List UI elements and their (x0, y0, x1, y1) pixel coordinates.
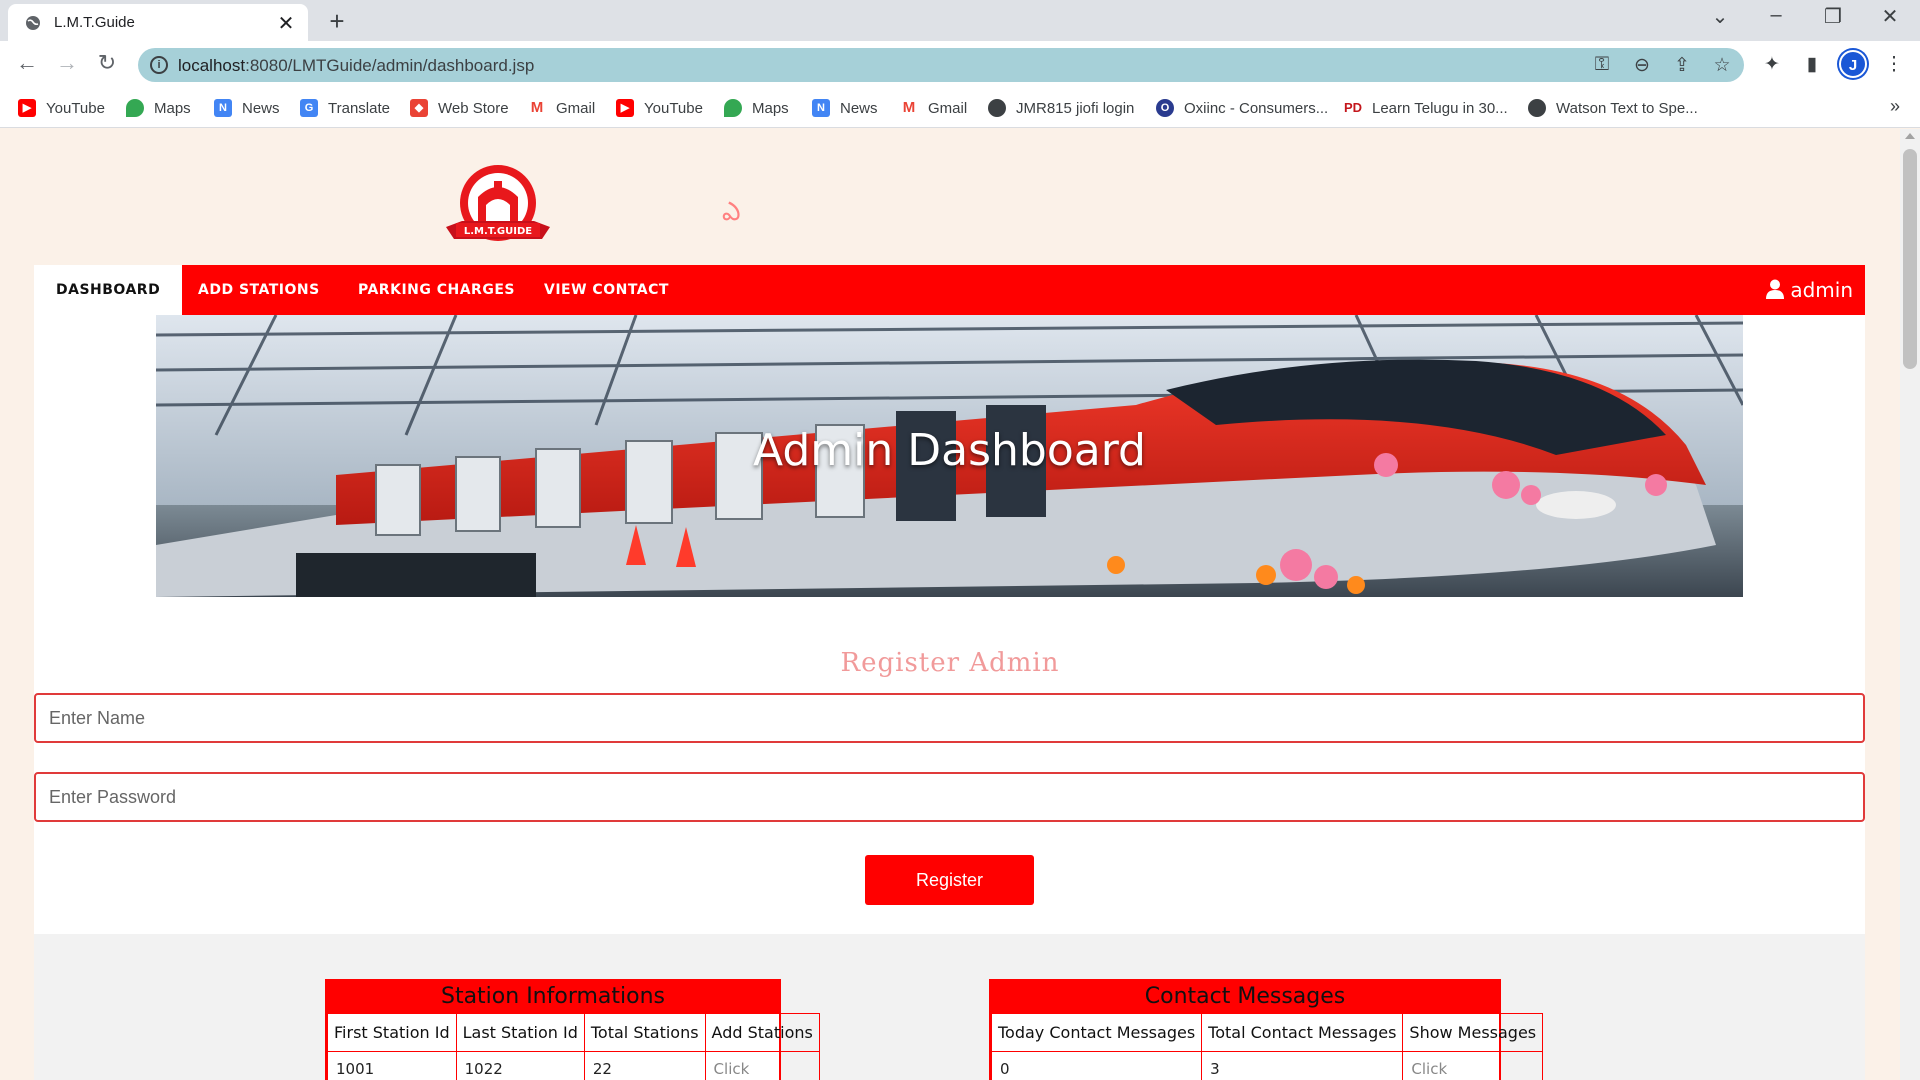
total-contact-count: 3 (1201, 1051, 1404, 1080)
bookmark-star-icon[interactable]: ☆ (1709, 54, 1735, 77)
news-icon: N (214, 99, 232, 117)
show-messages-link[interactable]: Click (1402, 1051, 1544, 1080)
gmail-icon: M (900, 99, 918, 117)
minimize-icon[interactable]: – (1756, 4, 1796, 27)
close-tab-icon[interactable]: ✕ (276, 11, 296, 36)
bookmark-learn-telugu[interactable]: PD Learn Telugu in 30... (1344, 97, 1508, 119)
extensions-icon[interactable]: ✦ (1758, 53, 1786, 76)
browser-toolbar: ← → ↻ i localhost:8080/LMTGuide/admin/da… (0, 41, 1920, 88)
main-nav: DASHBOARD ADD STATIONS PARKING CHARGES V… (34, 265, 1865, 315)
profile-avatar[interactable]: J (1839, 50, 1867, 78)
table-header: Last Station Id (455, 1013, 585, 1052)
station-info-panel: Station Informations First Station Id La… (325, 979, 820, 1080)
tab-title: L.M.T.Guide (54, 14, 135, 31)
globe-icon (1528, 99, 1546, 117)
restore-icon[interactable]: ❐ (1813, 4, 1853, 29)
bookmark-web-store[interactable]: ◆ Web Store (410, 97, 509, 119)
back-icon[interactable]: ← (12, 50, 42, 76)
lmt-guide-logo: L.M.T.GUIDE (446, 165, 550, 241)
scrollbar-thumb[interactable] (1903, 149, 1917, 369)
register-title: Register Admin (840, 648, 1060, 678)
bookmarks-bar: ▶ YouTube Maps N News G Translate ◆ Web Stor… (0, 88, 1920, 128)
contact-messages-panel: Contact Messages Today Contact Messages … (989, 979, 1544, 1080)
nav-add-stations[interactable]: ADD STATIONS (176, 265, 342, 315)
bookmark-gmail-2[interactable]: M Gmail (900, 97, 967, 119)
bookmark-maps-2[interactable]: Maps (724, 97, 789, 119)
globe-icon (988, 99, 1006, 117)
table-header: Show Messages (1402, 1013, 1544, 1052)
bookmark-news-2[interactable]: N News (812, 97, 878, 119)
nav-parking-charges[interactable]: PARKING CHARGES (336, 265, 537, 315)
maps-icon (724, 99, 742, 117)
table-header: Today Contact Messages (990, 1013, 1203, 1052)
stats-section (34, 934, 1865, 1080)
today-contact-count: 0 (990, 1051, 1203, 1080)
table-row: 1001 1022 22 Click (327, 1051, 820, 1080)
address-bar[interactable]: i localhost:8080/LMTGuide/admin/dashboar… (138, 48, 1744, 82)
first-station-id: 1001 (327, 1051, 457, 1080)
new-tab-icon[interactable]: + (322, 6, 352, 37)
name-input[interactable] (34, 693, 1865, 743)
translate-icon: G (300, 99, 318, 117)
contact-messages-table: Today Contact Messages Total Contact Mes… (990, 1013, 1544, 1080)
hero-banner: Admin Dashboard (156, 315, 1743, 597)
maps-icon (126, 99, 144, 117)
pd-icon: PD (1344, 99, 1363, 117)
station-info-table: First Station Id Last Station Id Total S… (327, 1013, 820, 1080)
bookmark-oxiinc[interactable]: O Oxiinc - Consumers... (1156, 97, 1328, 119)
header-glyph: ఎ (722, 197, 741, 227)
last-station-id: 1022 (455, 1051, 585, 1080)
window-close-icon[interactable]: ✕ (1870, 4, 1910, 29)
browser-tab[interactable]: L.M.T.Guide ✕ (8, 4, 308, 41)
bookmark-youtube-2[interactable]: ▶ YouTube (616, 97, 703, 119)
bookmark-watson[interactable]: Watson Text to Spe... (1528, 97, 1698, 119)
page-scrollbar[interactable] (1900, 129, 1920, 1080)
reload-icon[interactable]: ↻ (92, 50, 122, 76)
svg-text:L.M.T.GUIDE: L.M.T.GUIDE (464, 226, 532, 237)
table-row: 0 3 Click (990, 1051, 1544, 1080)
contact-panel-title: Contact Messages (991, 981, 1499, 1013)
add-stations-link[interactable]: Click (704, 1051, 820, 1080)
user-menu[interactable]: admin (1766, 265, 1853, 315)
webstore-icon: ◆ (410, 99, 428, 117)
total-stations: 22 (583, 1051, 706, 1080)
youtube-icon: ▶ (18, 99, 36, 117)
user-name: admin (1790, 278, 1853, 302)
table-header: First Station Id (327, 1013, 457, 1052)
url-text[interactable]: localhost:8080/LMTGuide/admin/dashboard.… (178, 56, 534, 76)
menu-icon[interactable]: ⋮ (1880, 53, 1908, 76)
password-input[interactable] (34, 772, 1865, 822)
globe-icon (26, 16, 40, 30)
bookmark-gmail[interactable]: M Gmail (528, 97, 595, 119)
hero-title: Admin Dashboard (753, 425, 1146, 476)
gmail-icon: M (528, 99, 546, 117)
table-header: Total Contact Messages (1201, 1013, 1404, 1052)
side-panel-icon[interactable]: ▮ (1798, 53, 1826, 76)
register-button[interactable]: Register (865, 855, 1034, 905)
bookmark-maps[interactable]: Maps (126, 97, 191, 119)
nav-dashboard[interactable]: DASHBOARD (34, 265, 183, 315)
bookmark-translate[interactable]: G Translate (300, 97, 390, 119)
site-info-icon[interactable]: i (150, 56, 168, 74)
tab-search-icon[interactable]: ⌄ (1700, 4, 1740, 29)
bookmarks-overflow-icon[interactable]: » (1890, 96, 1900, 117)
bookmark-jiofi[interactable]: JMR815 jiofi login (988, 97, 1134, 119)
station-panel-title: Station Informations (327, 981, 779, 1013)
table-header: Add Stations (704, 1013, 820, 1052)
share-icon[interactable]: ⇪ (1669, 54, 1695, 77)
bookmark-youtube[interactable]: ▶ YouTube (18, 97, 105, 119)
user-icon (1766, 279, 1785, 299)
key-icon[interactable]: ⚿ (1589, 54, 1615, 76)
table-header: Total Stations (583, 1013, 706, 1052)
forward-icon[interactable]: → (52, 50, 82, 76)
page-viewport: L.M.T.GUIDE ఎ DASHBOARD ADD STATIONS PAR… (0, 129, 1900, 1080)
news-icon: N (812, 99, 830, 117)
bookmark-news[interactable]: N News (214, 97, 280, 119)
tab-strip: L.M.T.Guide ✕ + ⌄ – ❐ ✕ (0, 0, 1920, 41)
youtube-icon: ▶ (616, 99, 634, 117)
nav-view-contact[interactable]: VIEW CONTACT (522, 265, 691, 315)
scroll-up-icon[interactable] (1905, 133, 1915, 139)
oxiinc-icon: O (1156, 99, 1174, 117)
zoom-icon[interactable]: ⊖ (1629, 54, 1655, 77)
